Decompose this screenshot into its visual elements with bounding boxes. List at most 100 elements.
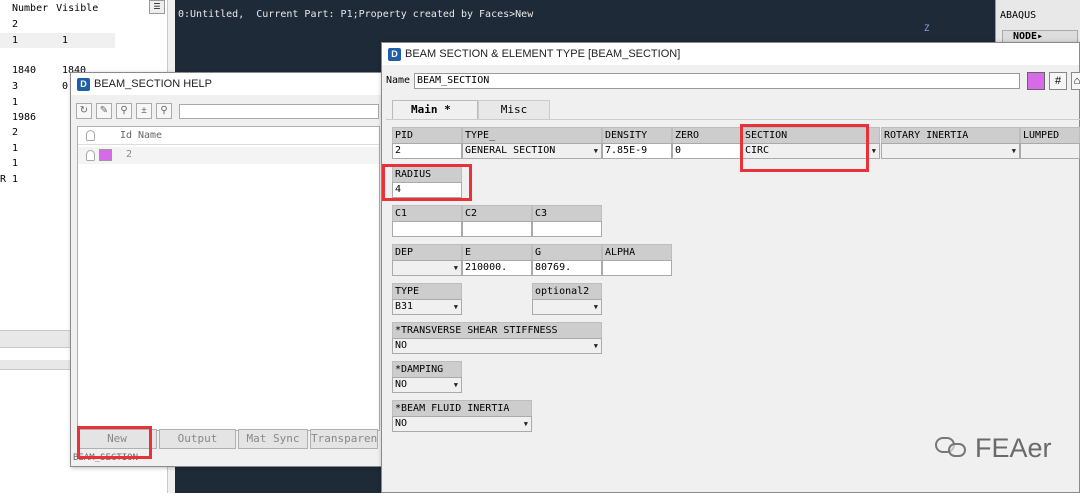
dropdown-arrow-icon: ▼	[453, 381, 458, 389]
type-select-value: GENERAL SECTION	[465, 145, 556, 156]
e-field[interactable]: 210000.	[462, 260, 532, 276]
c3-label: C3	[532, 205, 602, 222]
help-list: Id Name 2	[77, 126, 380, 431]
c1-label: C1	[392, 205, 462, 222]
table-row[interactable]: 11	[0, 33, 115, 48]
fluid-inertia-select[interactable]: NO ▼	[392, 416, 532, 432]
help-dialog-titlebar[interactable]: D BEAM_SECTION HELP	[71, 73, 384, 95]
transverse-shear-label: *TRANSVERSE SHEAR STIFFNESS	[392, 322, 602, 339]
list-options-icon[interactable]: ☰	[149, 0, 165, 14]
element-type-value: B31	[395, 301, 414, 312]
console-status-text: 0:Untitled, Current Part: P1;Property cr…	[178, 9, 534, 20]
column-name[interactable]: Name	[138, 130, 162, 141]
wechat-icon	[935, 435, 971, 461]
cell-number: 1	[12, 97, 19, 108]
damping-label: *DAMPING	[392, 361, 462, 378]
density-field[interactable]: 7.85E-9	[602, 143, 672, 159]
table-row[interactable]: 2	[0, 17, 168, 32]
cell-number: 1	[12, 143, 19, 154]
optional2-label: optional2	[532, 283, 602, 300]
name-label: Name	[386, 75, 411, 86]
parts-list-header: Number Visible	[0, 0, 167, 16]
dep-label: DEP	[392, 244, 462, 261]
dropdown-arrow-icon: ▼	[523, 420, 528, 428]
transparency-button[interactable]: Transparency	[310, 429, 378, 449]
cell-number: 1986	[12, 112, 37, 123]
output-button[interactable]: Output	[159, 429, 236, 449]
optional2-select[interactable]: ▼	[532, 299, 602, 315]
abaqus-panel-title: ABAQUS	[1000, 10, 1037, 21]
app-icon: D	[388, 47, 401, 61]
lumped-select[interactable]	[1020, 143, 1080, 159]
zero-label: ZERO	[672, 127, 742, 144]
beam-dialog-title: BEAM SECTION & ELEMENT TYPE [BEAM_SECTIO…	[405, 48, 681, 60]
find-icon[interactable]: ⚲	[156, 103, 172, 119]
c3-field[interactable]	[532, 221, 602, 237]
help-toolbar: ↻ ✎ ⚲ ± ⚲	[76, 103, 172, 120]
search-icon[interactable]: ⚲	[116, 103, 132, 119]
dropdown-arrow-icon: ▼	[453, 303, 458, 311]
transverse-shear-value: NO	[395, 340, 408, 351]
list-item[interactable]: 2	[78, 147, 379, 164]
filter-input[interactable]	[179, 104, 379, 119]
name-input[interactable]: BEAM_SECTION	[414, 73, 1020, 89]
rotary-inertia-select[interactable]: ▼	[881, 143, 1020, 159]
color-swatch[interactable]	[99, 149, 112, 161]
watermark-text: FEAer	[975, 432, 1052, 463]
type-select[interactable]: GENERAL SECTION ▼	[462, 143, 602, 159]
dep-select[interactable]: ▼	[392, 260, 462, 276]
e-label: E	[462, 244, 532, 261]
watermark: FEAer	[935, 428, 1052, 468]
cell-number: R 1	[0, 174, 19, 185]
damping-value: NO	[395, 379, 408, 390]
hash-icon[interactable]: #	[1049, 72, 1067, 90]
pid-field[interactable]: 2	[392, 143, 462, 159]
tab-misc[interactable]: Misc	[478, 100, 550, 120]
column-number[interactable]: Number	[12, 3, 48, 14]
beam-section-dialog: D BEAM SECTION & ELEMENT TYPE [BEAM_SECT…	[381, 42, 1080, 493]
mat-sync-button[interactable]: Mat Sync	[238, 429, 308, 449]
pid-label: PID	[392, 127, 462, 144]
pen-icon[interactable]: ✎	[96, 103, 112, 119]
color-picker[interactable]	[1027, 72, 1045, 90]
cell-visible: 0	[62, 81, 69, 92]
column-id[interactable]: Id	[120, 130, 132, 141]
cell-number: 2	[12, 127, 19, 138]
tab-divider	[386, 119, 1080, 120]
cell-number: 2	[12, 19, 19, 30]
zero-field[interactable]: 0	[672, 143, 742, 159]
tab-bar: Main * Misc	[392, 100, 550, 120]
cell-number: 1840	[12, 65, 37, 76]
alpha-label: ALPHA	[602, 244, 672, 261]
axis-z-label: Z	[924, 24, 930, 34]
item-id: 2	[126, 149, 133, 160]
fluid-inertia-label: *BEAM FLUID INERTIA	[392, 400, 532, 417]
column-visible[interactable]: Visible	[56, 3, 98, 14]
lock-icon[interactable]: ⌂	[1071, 72, 1080, 90]
fluid-inertia-value: NO	[395, 418, 408, 429]
lumped-label: LUMPED	[1020, 127, 1080, 144]
cell-number: 1	[12, 158, 19, 169]
type-label: TYPE_	[462, 127, 602, 144]
element-type-select[interactable]: B31 ▼	[392, 299, 462, 315]
damping-select[interactable]: NO ▼	[392, 377, 462, 393]
alpha-field[interactable]	[602, 260, 672, 276]
tab-main[interactable]: Main *	[392, 100, 478, 120]
highlight-radius	[382, 164, 472, 201]
dropdown-arrow-icon: ▼	[453, 264, 458, 272]
c2-field[interactable]	[462, 221, 532, 237]
plus-minus-icon[interactable]: ±	[136, 103, 152, 119]
abaqus-panel: ABAQUS NODE▸	[995, 0, 1080, 45]
beam-dialog-titlebar[interactable]: D BEAM SECTION & ELEMENT TYPE [BEAM_SECT…	[382, 43, 1079, 65]
visibility-bulb-icon[interactable]	[86, 130, 95, 141]
g-label: G	[532, 244, 602, 261]
highlight-new-button	[77, 426, 152, 459]
dropdown-arrow-icon: ▼	[593, 147, 598, 155]
transverse-shear-select[interactable]: NO ▼	[392, 338, 602, 354]
visibility-bulb-icon[interactable]	[86, 150, 95, 161]
rotary-inertia-label: ROTARY INERTIA	[881, 127, 1020, 144]
highlight-section	[740, 124, 869, 172]
refresh-icon[interactable]: ↻	[76, 103, 92, 119]
g-field[interactable]: 80769.	[532, 260, 602, 276]
c1-field[interactable]	[392, 221, 462, 237]
